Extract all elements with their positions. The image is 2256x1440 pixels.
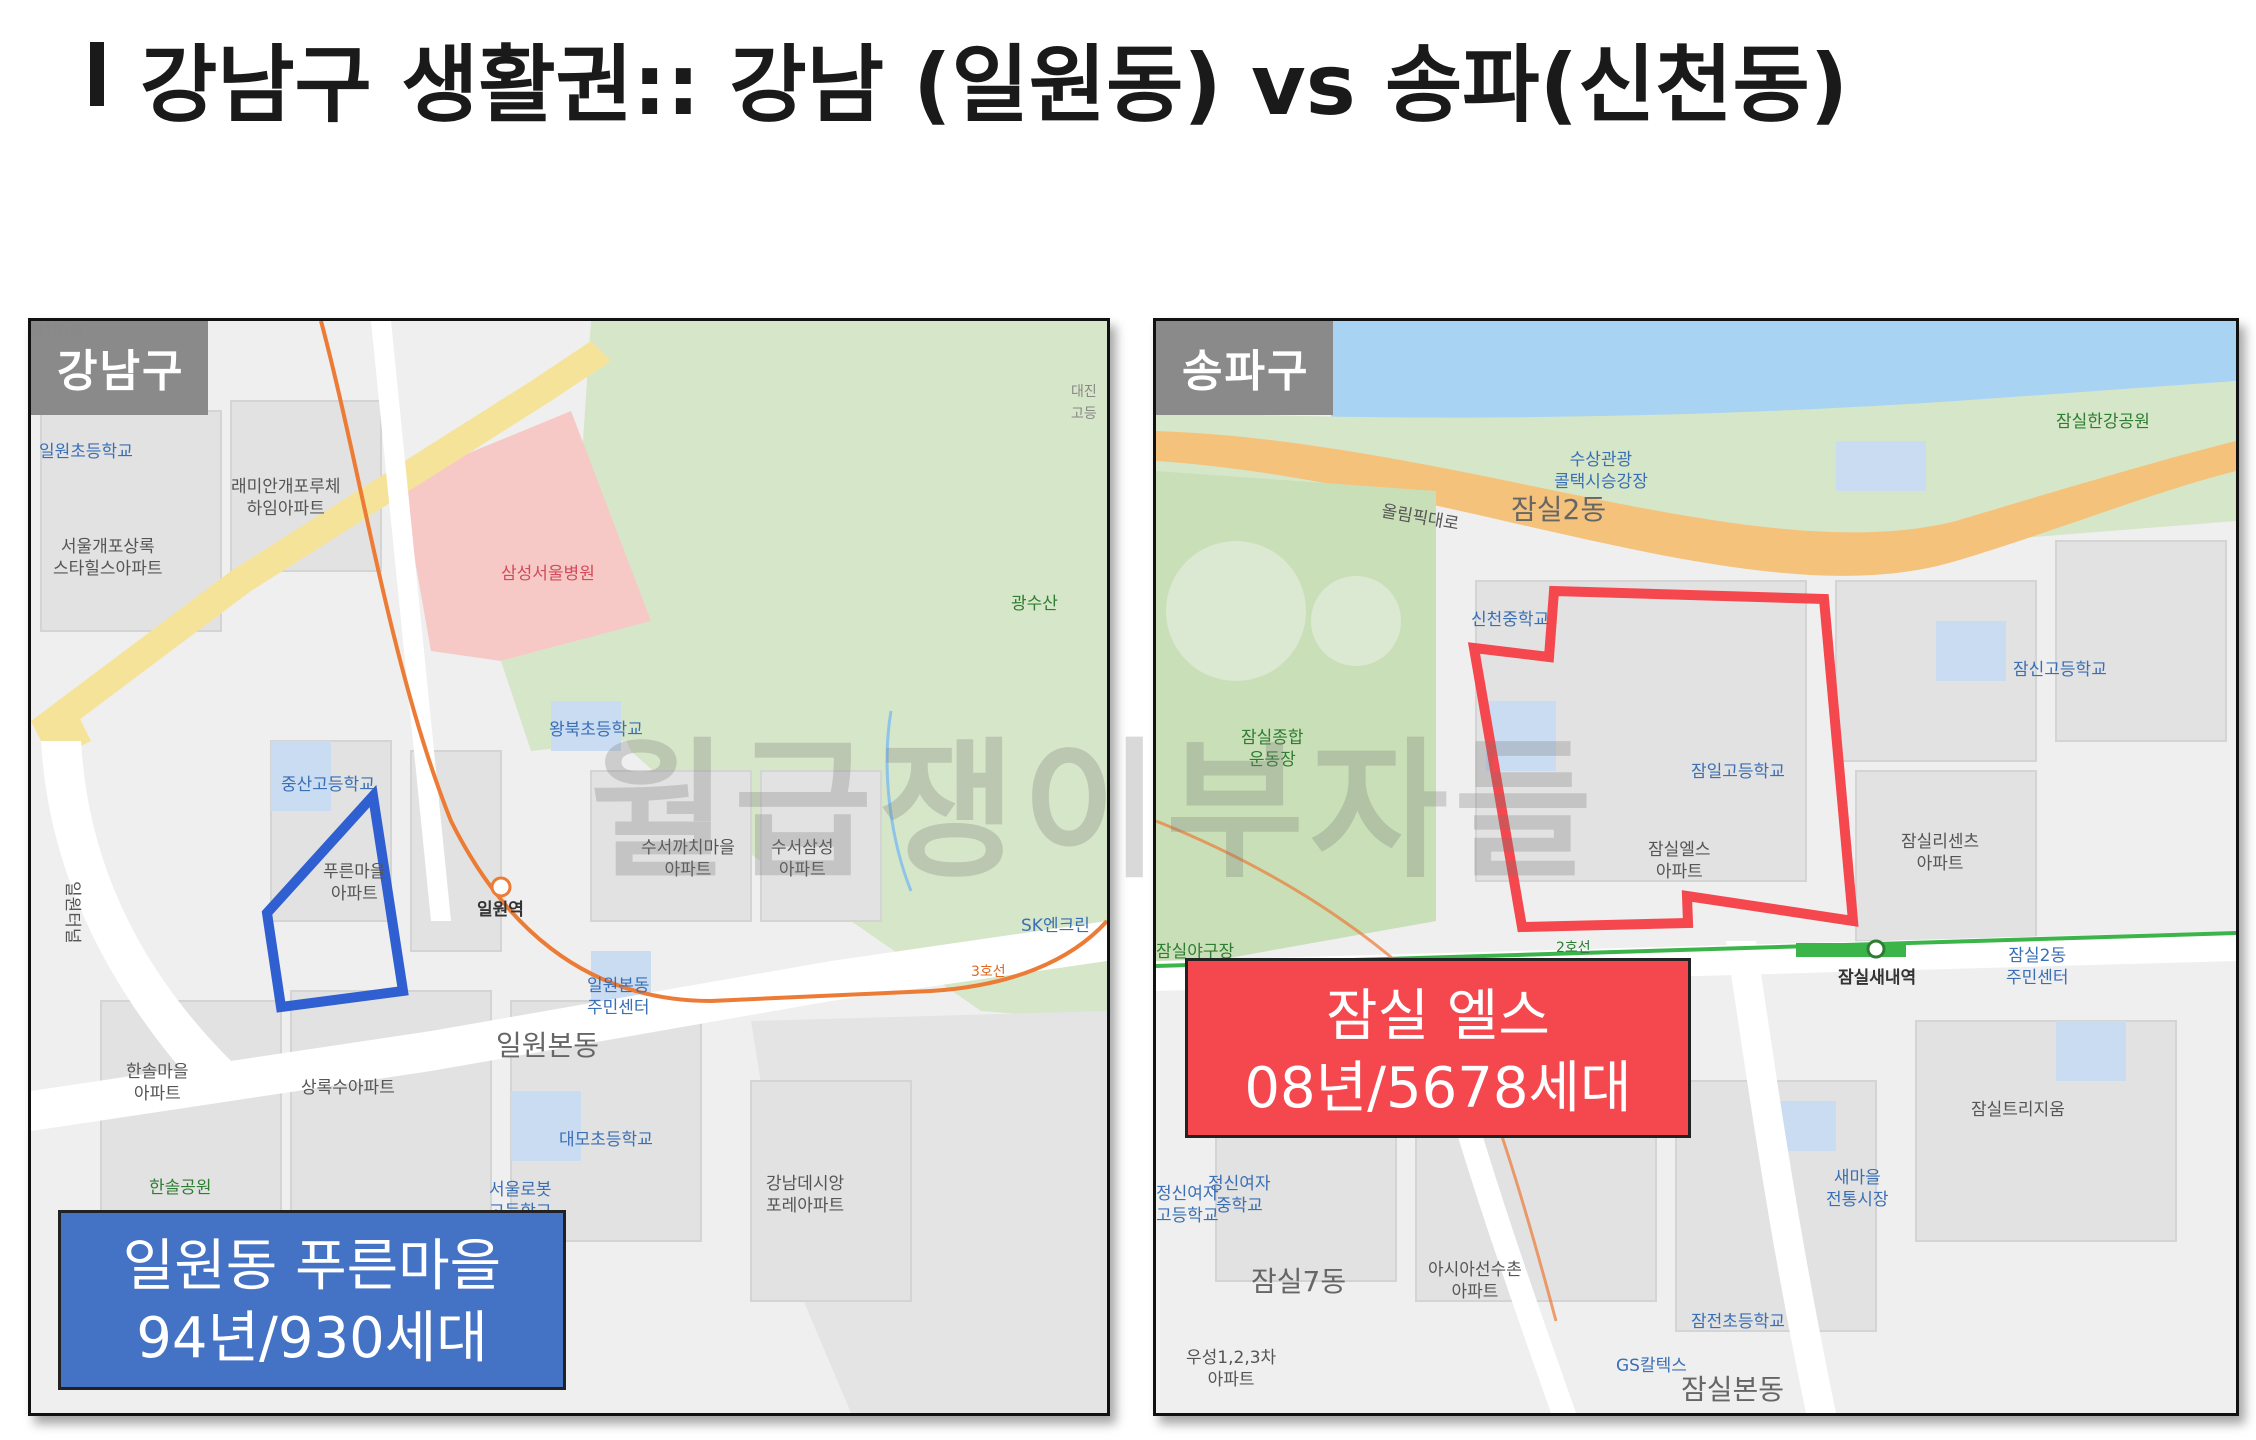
label-jamil-high: 잠일고등학교: [1691, 762, 1785, 782]
label-asia-athletes-apt: 아시아선수촌 아파트: [1428, 1260, 1522, 1302]
label-samsung-hospital: 삼성서울병원: [501, 564, 595, 584]
label-line2: 2호선: [1556, 940, 1591, 956]
label-jamsilbon-dong: 잠실본동: [1681, 1373, 1785, 1406]
label-desian-apt: 강남데시앙 포레아파트: [766, 1174, 845, 1216]
label-jamsil2dong-center: 잠실2동 주민센터: [2006, 946, 2069, 988]
label-gs-caltex: GS칼텍스: [1616, 1356, 1687, 1376]
label-jamsil7dong: 잠실7동: [1251, 1265, 1347, 1298]
label-hansol-apt: 한솔마을 아파트: [126, 1062, 189, 1104]
district-tag-songpa: 송파구: [1156, 321, 1334, 415]
label-purunmaeul-apt: 푸른마을 아파트: [323, 862, 386, 904]
label-ilwon-tunnel: 일원터널: [62, 881, 82, 944]
label-saemaeul-market: 새마을 전통시장: [1826, 1168, 1889, 1210]
watermark: 월급쟁이부자들: [590, 725, 1599, 899]
label-woosung-apt: 우성1,2,3차 아파트: [1186, 1348, 1277, 1390]
label-sangroksu-apt: 상록수아파트: [301, 1078, 395, 1098]
callout-jamsil-els-name: 잠실 엘스: [1326, 984, 1550, 1049]
label-ilwon-elementary: 일원초등학교: [39, 442, 133, 462]
label-ilwonbon-dong: 일원본동: [496, 1029, 600, 1062]
label-jungsan-high: 중산고등학교: [281, 775, 375, 795]
callout-jamsil-els: 잠실 엘스 08년/5678세대: [1185, 958, 1691, 1138]
callout-purunmaeul: 일원동 푸른마을 94년/930세대: [58, 1210, 566, 1390]
callout-purunmaeul-info: 94년/930세대: [136, 1306, 488, 1371]
label-ricenz-apt: 잠실리센츠 아파트: [1901, 832, 1980, 874]
label-sincheon-middle: 신천중학교: [1471, 610, 1550, 630]
label-gwangsusan: 광수산: [1011, 594, 1058, 614]
callout-jamsil-els-info: 08년/5678세대: [1244, 1056, 1632, 1121]
label-line3: 3호선: [971, 964, 1006, 980]
label-daemo-elementary: 대모초등학교: [559, 1130, 653, 1150]
label-jamsil2dong: 잠실2동: [1511, 493, 1607, 526]
label-water-taxi: 수상관광 콜택시승강장: [1554, 450, 1648, 492]
label-hansol-park: 한솔공원: [149, 1178, 212, 1198]
page-title: 강남구 생활권:: 강남 (일원동) vs 송파(신천동): [140, 36, 1849, 134]
callout-purunmaeul-name: 일원동 푸른마을: [122, 1234, 502, 1299]
label-ilwonbon-center: 일원본동 주민센터: [587, 976, 650, 1018]
label-trizium-apt: 잠실트리지움: [1971, 1100, 2065, 1120]
label-top-right: 대진 고등: [1071, 384, 1097, 422]
label-jamsil-els-apt: 잠실엘스 아파트: [1648, 840, 1711, 882]
label-ilwon-station: 일원역: [477, 900, 524, 920]
label-hangang-park: 잠실한강공원: [2056, 412, 2150, 432]
label-sk-encleen: SK엔크린: [1021, 916, 1090, 936]
label-jamjeon-elementary: 잠전초등학교: [1691, 1312, 1785, 1332]
label-sangrok-apt: 서울개포상록 스타힐스아파트: [53, 537, 163, 579]
label-raemian-apt: 래미안개포루체 하임아파트: [231, 477, 341, 519]
label-jamsilsaenae-station: 잠실새내역: [1838, 968, 1917, 988]
title-bar-decoration: [90, 42, 104, 106]
label-top-left: 까치자이: [31, 324, 83, 340]
label-jeongsin-girls-middle: 정신여자 중학교: [1208, 1174, 1271, 1216]
label-jamsin-high: 잠신고등학교: [2013, 660, 2107, 680]
